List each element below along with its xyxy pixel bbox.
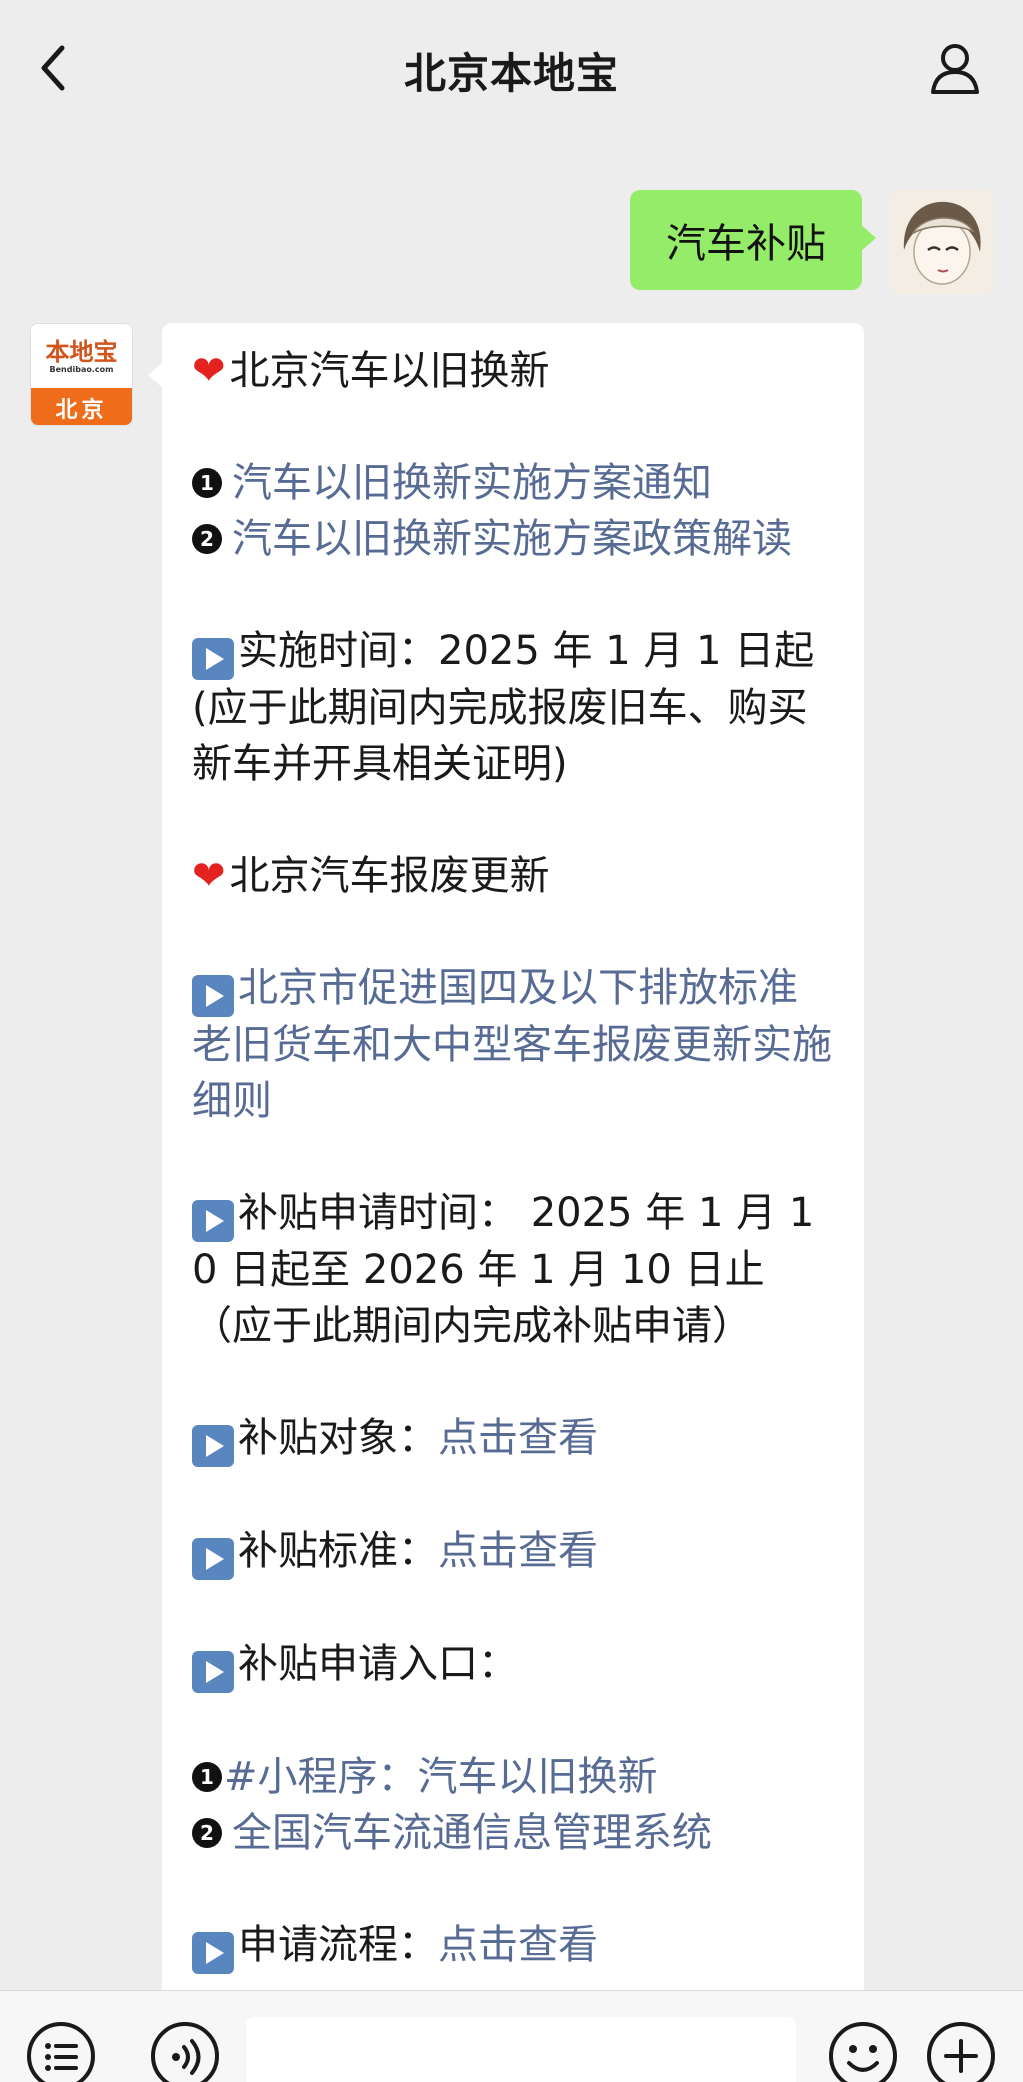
play-icon [192,638,234,680]
apply-process: 申请流程：点击查看 [192,1917,834,1974]
voice-icon [151,2022,219,2082]
apply-time: 补贴申请时间： 2025 年 1 月 10 日起至 2026 年 1 月 10 … [192,1190,815,1349]
subsidy-standard: 补贴标准：点击查看 [192,1523,834,1580]
emoji-button[interactable] [826,2019,900,2082]
number-badge-1: 1 [192,468,222,498]
plus-icon [927,2022,995,2082]
user-message-text: 汽车补贴 [666,221,826,267]
heart-icon: ❤ [192,348,226,394]
entry-item-2[interactable]: 2 全国汽车流通信息管理系统 [192,1805,834,1861]
play-icon [192,975,234,1017]
link-policy-interpretation[interactable]: 汽车以旧换新实施方案政策解读 [232,516,792,562]
link-item-1[interactable]: 1 汽车以旧换新实施方案通知 [192,455,834,511]
user-avatar[interactable] [890,190,994,294]
play-icon [192,1538,234,1580]
user-message-bubble[interactable]: 汽车补贴 [630,190,876,290]
link-view-target[interactable]: 点击查看 [438,1415,598,1461]
avatar-logo: 本地宝 Bendibao.com [31,324,132,388]
implementation-note: (应于此期间内完成报废旧车、购买新车并开具相关证明) [192,685,808,787]
page-title: 北京本地宝 [403,49,619,98]
avatar-brand: 本地宝 [45,336,118,366]
official-account-avatar[interactable]: 本地宝 Bendibao.com 北京 [30,323,133,426]
link-view-standard[interactable]: 点击查看 [438,1528,598,1574]
number-badge-2: 2 [192,524,222,554]
link-implementation-notice[interactable]: 汽车以旧换新实施方案通知 [232,460,712,506]
implementation-time: 实施时间：2025 年 1 月 1 日起 [192,623,834,680]
link-view-process[interactable]: 点击查看 [438,1922,598,1968]
person-icon [931,44,979,94]
link-mini-program[interactable]: #小程序：汽车以旧换新 [224,1754,658,1800]
subsidy-target: 补贴对象：点击查看 [192,1410,834,1467]
heart-icon: ❤ [192,853,226,899]
list-icon [27,2022,95,2082]
emoji-icon [829,2022,897,2082]
number-badge-2: 2 [192,1818,222,1848]
section-title-scrap: ❤ 北京汽车报废更新 [192,853,550,899]
link-rules[interactable]: 北京市促进国四及以下排放标准老旧货车和大中型客车报废更新实施细则 [192,960,834,1129]
section-title-trade-in: ❤ 北京汽车以旧换新 [192,348,550,394]
avatar-city: 北京 [31,388,132,425]
voice-button[interactable] [148,2019,222,2082]
number-badge-1: 1 [192,1762,222,1792]
user-avatar-image [890,190,994,294]
navigation-bar: 北京本地宝 [0,0,1023,134]
plus-button[interactable] [924,2019,998,2082]
play-icon [192,1651,234,1693]
menu-button[interactable] [24,2019,98,2082]
profile-button[interactable] [925,38,985,98]
play-icon [192,1425,234,1467]
subsidy-entry: 补贴申请入口： [192,1636,834,1693]
message-input[interactable] [246,2017,796,2082]
input-bar [0,1990,1023,2082]
bot-message-bubble: ❤ 北京汽车以旧换新 1 汽车以旧换新实施方案通知 2 汽车以旧换新实施方案政策解读 … [148,323,864,2003]
play-icon [192,1200,234,1242]
link-circulation-system[interactable]: 全国汽车流通信息管理系统 [232,1810,712,1856]
avatar-domain: Bendibao.com [49,364,114,374]
play-icon [192,1932,234,1974]
entry-item-1[interactable]: 1 #小程序：汽车以旧换新 [192,1749,834,1805]
link-item-2[interactable]: 2 汽车以旧换新实施方案政策解读 [192,511,834,567]
